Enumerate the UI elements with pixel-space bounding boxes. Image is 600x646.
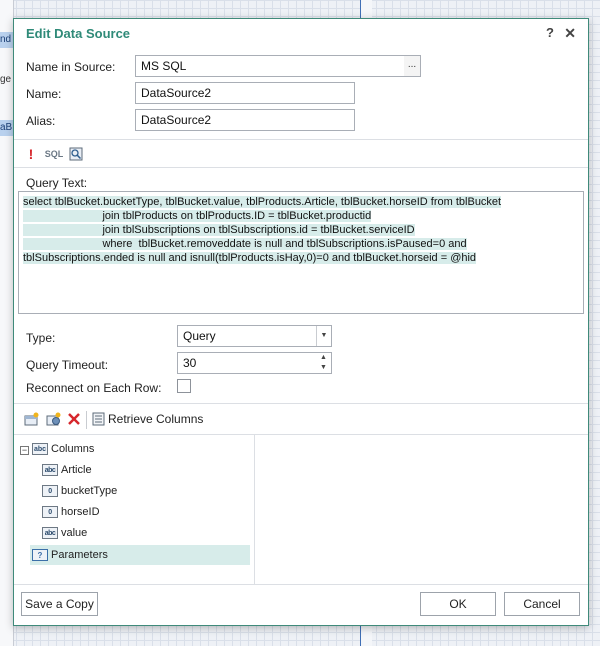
separator xyxy=(14,403,588,404)
separator xyxy=(14,139,588,140)
query-text-area[interactable]: select tblBucket.bucketType, tblBucket.v… xyxy=(18,191,584,314)
query-text-label: Query Text: xyxy=(26,176,88,190)
tree-node-columns[interactable]: abc Columns xyxy=(32,439,94,459)
tree-node-buckettype[interactable]: 0 bucketType xyxy=(42,481,117,501)
tree-node-label: Parameters xyxy=(51,549,108,561)
tree-node-label: horseID xyxy=(61,506,100,518)
stepper-up-icon[interactable]: ▲ xyxy=(316,353,331,363)
columns-icon: abc xyxy=(32,443,48,455)
run-query-icon[interactable]: ! xyxy=(23,146,39,162)
name-field[interactable]: DataSource2 xyxy=(135,82,355,104)
tree-node-label: bucketType xyxy=(61,485,118,497)
numeric-column-icon: 0 xyxy=(42,506,58,518)
help-button[interactable]: ? xyxy=(546,25,554,40)
query-line: select tblBucket.bucketType, tblBucket.v… xyxy=(23,196,502,208)
name-in-source-browse-button[interactable]: ... xyxy=(404,55,421,77)
separator xyxy=(14,167,588,168)
query-line: tblSubscriptions.ended is null and isnul… xyxy=(23,252,477,264)
toolbar-separator xyxy=(86,411,87,429)
retrieve-columns-icon[interactable] xyxy=(91,411,107,427)
tree-node-label: Article xyxy=(61,464,92,476)
name-in-source-field[interactable]: MS SQL xyxy=(135,55,405,77)
query-line: where tblBucket.removeddate is null and … xyxy=(23,238,467,250)
tree-node-article[interactable]: abc Article xyxy=(42,460,92,480)
designer-left-panel xyxy=(0,0,14,646)
cancel-button[interactable]: Cancel xyxy=(504,592,580,616)
properties-pane xyxy=(255,434,588,584)
reconnect-label: Reconnect on Each Row: xyxy=(26,381,162,395)
sql-builder-icon[interactable]: SQL xyxy=(44,146,64,162)
query-timeout-label: Query Timeout: xyxy=(26,358,109,372)
designer-fragment-2: ge xyxy=(0,74,12,85)
tree-node-label: value xyxy=(61,527,88,539)
collapse-icon[interactable]: − xyxy=(20,446,29,455)
close-button[interactable]: ✕ xyxy=(564,25,576,42)
tree-node-value[interactable]: abc value xyxy=(42,523,87,543)
parameters-icon: ? xyxy=(32,549,48,561)
alias-field[interactable]: DataSource2 xyxy=(135,109,355,131)
stepper-down-icon[interactable]: ▼ xyxy=(316,363,331,373)
stepper-arrows[interactable]: ▲ ▼ xyxy=(316,353,331,373)
designer-fragment-3: aB xyxy=(0,120,14,136)
string-column-icon: abc xyxy=(42,527,58,539)
reconnect-checkbox[interactable] xyxy=(177,379,191,393)
name-in-source-label: Name in Source: xyxy=(26,60,116,74)
ok-button[interactable]: OK xyxy=(420,592,496,616)
new-calculated-column-icon[interactable] xyxy=(45,411,61,427)
alias-label: Alias: xyxy=(26,114,56,128)
new-column-icon[interactable] xyxy=(23,411,39,427)
query-timeout-stepper[interactable]: 30 ▲ ▼ xyxy=(177,352,332,374)
type-select-value: Query xyxy=(183,329,216,343)
columns-tree: − abc Columns abc Article 0 bucketType 0… xyxy=(14,434,255,584)
query-line: join tblProducts on tblProducts.ID = tbl… xyxy=(23,210,372,222)
string-column-icon: abc xyxy=(42,464,58,476)
edit-data-source-dialog: Edit Data Source ? ✕ Name in Source: MS … xyxy=(13,18,589,626)
designer-fragment-1: nd xyxy=(0,32,14,48)
query-line: join tblSubscriptions on tblSubscription… xyxy=(23,224,415,236)
dialog-title: Edit Data Source xyxy=(26,26,131,41)
query-preview-icon[interactable] xyxy=(68,146,84,162)
query-timeout-value: 30 xyxy=(183,356,197,370)
type-label: Type: xyxy=(26,331,56,345)
chevron-down-icon[interactable]: ▼ xyxy=(316,326,331,346)
save-copy-button[interactable]: Save a Copy xyxy=(21,592,98,616)
numeric-column-icon: 0 xyxy=(42,485,58,497)
tree-node-parameters[interactable]: ? Parameters xyxy=(30,545,250,565)
tree-node-horseid[interactable]: 0 horseID xyxy=(42,502,100,522)
name-label: Name: xyxy=(26,87,62,101)
delete-icon[interactable] xyxy=(66,411,82,427)
tree-node-label: Columns xyxy=(51,443,95,455)
dialog-titlebar[interactable]: Edit Data Source ? ✕ xyxy=(14,19,588,49)
type-select[interactable]: Query ▼ xyxy=(177,325,332,347)
separator xyxy=(14,584,588,585)
retrieve-columns-button[interactable]: Retrieve Columns xyxy=(108,412,203,426)
